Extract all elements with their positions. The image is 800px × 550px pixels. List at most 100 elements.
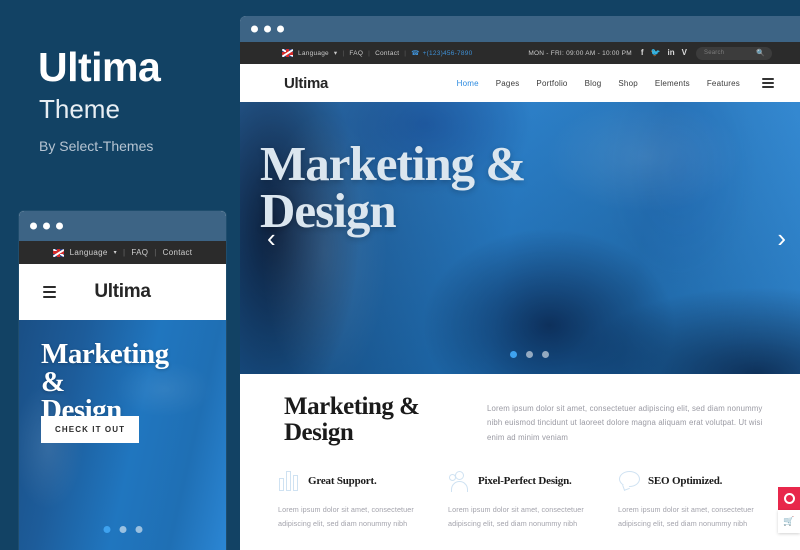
desktop-nav-menu: Home Pages Portfolio Blog Shop Elements … [457,79,740,88]
desktop-faq-link[interactable]: FAQ [349,50,363,57]
divider: | [122,248,126,257]
mobile-contact-link[interactable]: Contact [163,248,193,257]
section-heading: Marketing & Design [284,393,420,446]
window-dot-maximize[interactable] [277,25,284,33]
nav-item-elements[interactable]: Elements [655,79,690,88]
feature-title: Pixel-Perfect Design. [478,475,572,487]
desktop-hero-slider: Marketing & Design ‹ › [240,102,800,374]
desktop-language-label[interactable]: Language [298,50,329,57]
desktop-content-section: Marketing & Design Lorem ipsum dolor sit… [240,374,800,550]
desktop-top-bar-left: Language ▾ | FAQ | Contact | ☎ +(123)456… [282,49,473,57]
nav-item-pages[interactable]: Pages [496,79,520,88]
mobile-window-titlebar [19,211,226,241]
chevron-right-icon[interactable]: › [777,225,786,251]
uk-flag-icon [52,248,64,257]
phone-icon: ☎ [411,50,420,57]
linkedin-icon[interactable]: in [668,49,675,57]
feature-title: SEO Optimized. [648,475,723,487]
mobile-hero-slider: Marketing & Design CHECK IT OUT [19,320,226,550]
divider: | [342,49,345,57]
nav-item-portfolio[interactable]: Portfolio [536,79,567,88]
vimeo-icon[interactable]: V [682,49,687,57]
mobile-faq-link[interactable]: FAQ [131,248,148,257]
window-control-dots [30,222,63,230]
search-input[interactable]: Search 🔍 [696,46,772,60]
section-heading-line-2: Design [284,418,354,446]
cart-button[interactable]: 🛒 [778,510,800,533]
mobile-hero-heading: Marketing & Design [41,338,169,424]
window-dot-minimize[interactable] [264,25,271,33]
floating-widget-buttons: 🛒 [778,487,800,533]
chevron-down-icon[interactable]: ▾ [334,49,338,57]
desktop-working-hours: MON - FRI: 09:00 AM - 10:00 PM [528,49,632,57]
desktop-contact-link[interactable]: Contact [375,50,399,57]
window-dot-close[interactable] [30,222,37,230]
window-dot-minimize[interactable] [43,222,50,230]
page-subtitle: Theme [39,94,120,124]
mobile-hero-line-2: & [41,366,65,399]
nav-item-blog[interactable]: Blog [585,79,602,88]
facebook-icon[interactable]: f [641,49,644,57]
mobile-slider-dot-2[interactable] [119,526,126,533]
desktop-window-titlebar [240,16,800,42]
twitter-icon[interactable]: 🐦 [651,49,661,57]
desktop-site-logo[interactable]: Ultima [284,75,328,92]
desktop-slider-dots [510,351,549,358]
feature-columns: Great Support. Lorem ipsum dolor sit ame… [278,466,788,531]
hamburger-menu-icon[interactable] [43,286,56,298]
desktop-slider-dot-2[interactable] [526,351,533,358]
feature-text: Lorem ipsum dolor sit amet, consectetuer… [278,505,414,529]
desktop-phone-number: +(123)456-7890 [422,49,473,57]
section-paragraph: Lorem ipsum dolor sit amet, consectetuer… [487,404,763,442]
feature-title: Great Support. [308,475,377,487]
chevron-down-icon[interactable]: ▾ [114,249,117,256]
feature-item-seo-optimized: SEO Optimized. Lorem ipsum dolor sit ame… [618,466,788,531]
nav-item-home[interactable]: Home [457,79,479,88]
bar-chart-icon [278,469,302,493]
feature-text: Lorem ipsum dolor sit amet, consectetuer… [448,505,584,529]
page-byline: By Select-Themes [39,138,154,154]
desktop-phone[interactable]: ☎ +(123)456-7890 [411,49,473,58]
feature-item-pixel-perfect-design: Pixel-Perfect Design. Lorem ipsum dolor … [448,466,618,531]
mobile-slider-dots [103,526,142,533]
mobile-preview-mockup: Language ▾ | FAQ | Contact Ultima Market… [19,211,226,550]
mobile-language-label[interactable]: Language [70,248,108,257]
window-dot-close[interactable] [251,25,258,33]
mobile-site-header: Ultima [19,264,226,320]
social-links: f 🐦 in V [641,49,687,57]
uk-flag-icon [282,49,293,57]
mobile-slider-dot-1[interactable] [103,526,110,533]
desktop-slider-dot-3[interactable] [542,351,549,358]
mobile-slider-dot-3[interactable] [135,526,142,533]
feature-header: Great Support. [278,466,426,496]
mobile-cta-button[interactable]: CHECK IT OUT [41,416,140,443]
desktop-hero-heading: Marketing & Design [260,139,526,239]
nav-item-shop[interactable]: Shop [618,79,637,88]
desktop-top-bar-right: MON - FRI: 09:00 AM - 10:00 PM f 🐦 in V … [528,46,772,60]
speech-bubble-icon [618,469,642,493]
section-heading-line-1: Marketing & [284,393,420,420]
chevron-left-icon[interactable]: ‹ [267,225,276,251]
divider: | [404,49,407,57]
desktop-hero-line-2: Design [260,183,397,239]
mobile-hero-line-1: Marketing [41,338,169,370]
nav-item-features[interactable]: Features [707,79,740,88]
desktop-slider-dot-1[interactable] [510,351,517,358]
feature-item-great-support: Great Support. Lorem ipsum dolor sit ame… [278,466,448,531]
search-placeholder: Search [704,50,725,56]
theme-options-button[interactable] [778,487,800,510]
window-dot-maximize[interactable] [56,222,63,230]
search-icon[interactable]: 🔍 [756,49,765,57]
window-control-dots [251,25,284,33]
page-title: Ultima [38,44,161,90]
desktop-preview-mockup: Language ▾ | FAQ | Contact | ☎ +(123)456… [240,16,800,550]
feature-header: SEO Optimized. [618,466,766,496]
hamburger-menu-icon[interactable] [762,78,774,88]
divider: | [368,49,371,57]
divider: | [154,248,157,257]
people-icon [448,469,472,493]
feature-header: Pixel-Perfect Design. [448,466,596,496]
desktop-main-nav: Ultima Home Pages Portfolio Blog Shop El… [240,64,800,102]
feature-text: Lorem ipsum dolor sit amet, consectetuer… [618,505,754,529]
shopping-cart-icon: 🛒 [783,516,795,526]
